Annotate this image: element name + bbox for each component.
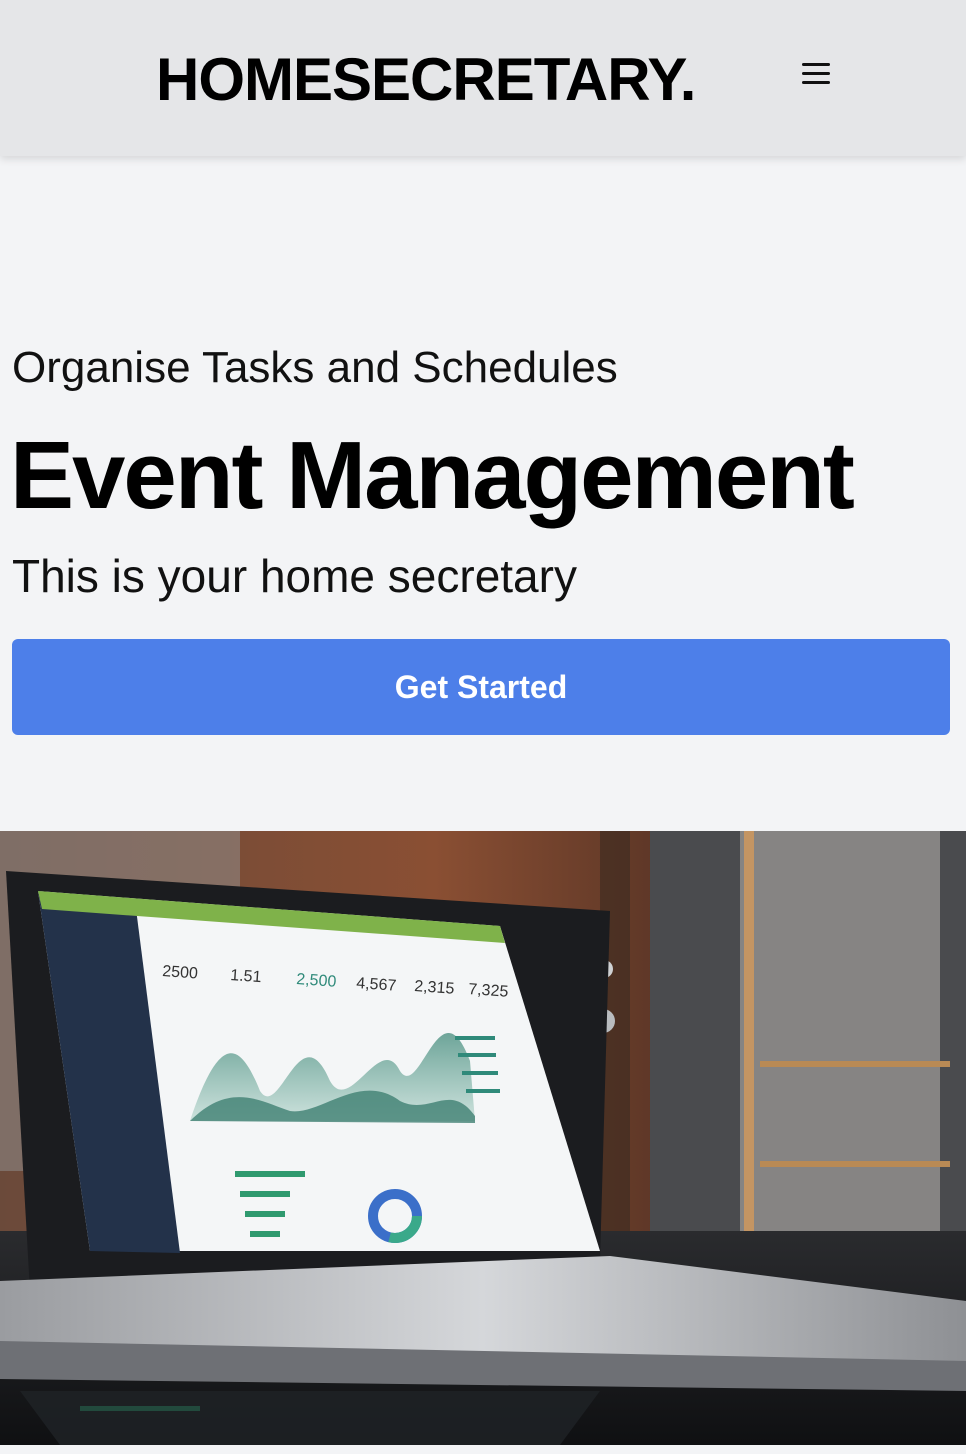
screen-stat: 2500: [162, 963, 199, 982]
screen-stat: 1.51: [230, 967, 262, 986]
screen-stat: 2,315: [414, 978, 455, 998]
site-header: HOMESECRETARY.: [0, 0, 966, 156]
hero-tagline: This is your home secretary: [12, 550, 577, 602]
hero-eyebrow: Organise Tasks and Schedules: [12, 343, 618, 392]
page-bottom: [0, 1445, 974, 1454]
screen-stat: 4,567: [356, 975, 397, 995]
hamburger-menu-icon-bar: [802, 81, 830, 84]
hamburger-menu-button[interactable]: [796, 56, 836, 92]
brand-logo-text[interactable]: HOMESECRETARY.: [156, 44, 696, 116]
hero-headline: Event Management: [10, 422, 855, 529]
screen-stat: 2,500: [296, 971, 337, 991]
landing-page: HOMESECRETARY. Organise Tasks and Schedu…: [0, 0, 974, 1454]
screen-stat: 7,325: [468, 981, 509, 1001]
hero-image: 2500 1.51 2,500 4,567 2,315 7,325: [0, 831, 966, 1445]
laptop-photo-illustration: 2500 1.51 2,500 4,567 2,315 7,325: [0, 831, 966, 1445]
scrollbar-gutter: [966, 0, 974, 1454]
hamburger-menu-icon: [802, 63, 830, 66]
hamburger-menu-icon-bar: [802, 72, 830, 75]
get-started-button[interactable]: Get Started: [12, 639, 950, 735]
